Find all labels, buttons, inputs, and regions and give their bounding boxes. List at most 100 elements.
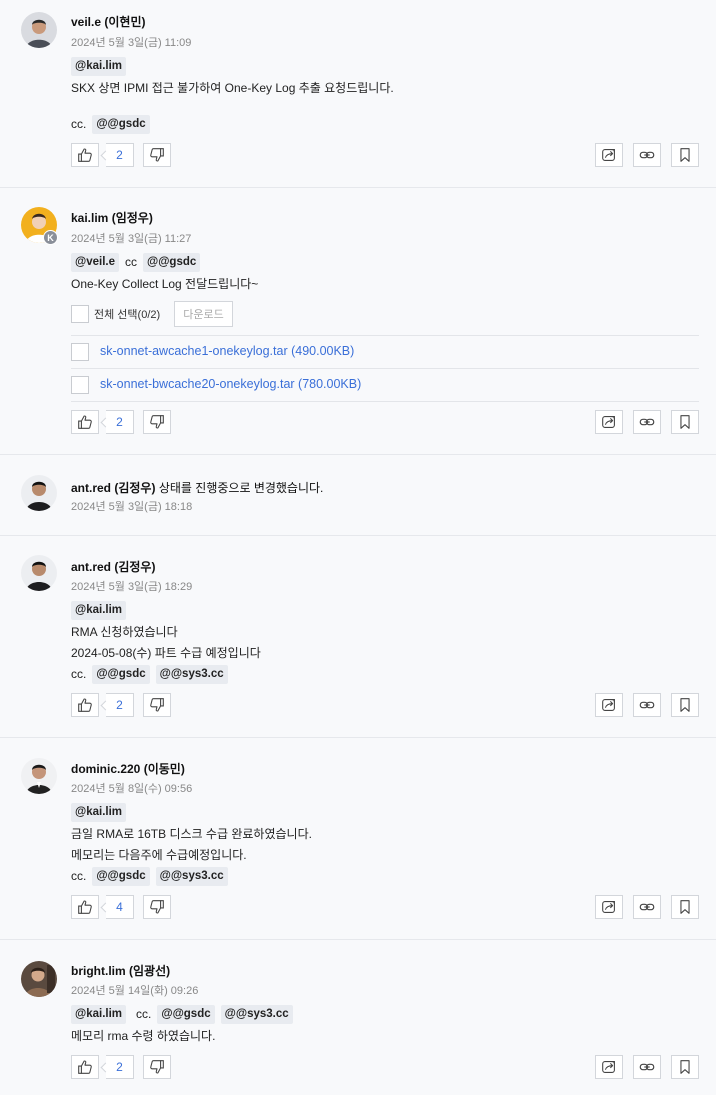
comment-body: One-Key Collect Log 전달드립니다~ [71, 273, 258, 293]
comment-author: dominic.220 (이동민) [71, 760, 185, 777]
like-button[interactable] [71, 410, 99, 434]
bookmark-button[interactable] [671, 1055, 699, 1079]
author-name: (김정우) [114, 560, 156, 574]
author-id[interactable]: kai.lim [71, 211, 108, 225]
mention-tag[interactable]: @kai.lim [71, 802, 127, 822]
share-icon [600, 898, 618, 916]
mention-tag[interactable]: @@gsdc [157, 1004, 215, 1024]
bookmark-icon [676, 898, 694, 916]
bookmark-icon [676, 146, 694, 164]
share-button[interactable] [595, 693, 623, 717]
mention-tag[interactable]: @@gsdc [92, 114, 150, 134]
comment-author: ant.red (김정우) [71, 558, 155, 575]
comment-text: 2024-05-08(수) 파트 수급 예정입니다 [71, 645, 261, 660]
avatar[interactable] [21, 555, 57, 591]
bookmark-icon [676, 696, 694, 714]
comment-text: 금일 RMA로 16TB 디스크 수급 완료하였습니다. [71, 826, 312, 841]
author-name: (이현민) [104, 15, 146, 29]
attachment-link[interactable]: sk-onnet-awcache1-onekeylog.tar (490.00K… [100, 344, 354, 358]
mention-tag[interactable]: @@sys3.cc [155, 866, 228, 886]
like-button[interactable] [71, 143, 99, 167]
thumbs-up-icon [76, 146, 94, 164]
like-count: 2 [116, 415, 123, 429]
bookmark-button[interactable] [671, 895, 699, 919]
comment-date: 2024년 5월 3일(금) 18:18 [71, 501, 193, 513]
copy-link-button[interactable] [633, 143, 661, 167]
cc-line: cc. @@gsdc [71, 114, 150, 134]
mention-tag[interactable]: @kai.lim [71, 56, 127, 76]
like-button[interactable] [71, 1055, 99, 1079]
copy-link-button[interactable] [633, 1055, 661, 1079]
share-icon [600, 696, 618, 714]
thumbs-up-icon [76, 1058, 94, 1076]
share-button[interactable] [595, 143, 623, 167]
avatar[interactable] [21, 961, 57, 997]
avatar[interactable] [21, 475, 57, 511]
copy-link-button[interactable] [633, 693, 661, 717]
author-id[interactable]: ant.red [71, 481, 111, 495]
copy-link-button[interactable] [633, 410, 661, 434]
comment-date: 2024년 5월 14일(화) 09:26 [71, 985, 199, 997]
avatar[interactable] [21, 758, 57, 794]
share-button[interactable] [595, 410, 623, 434]
mention-tag[interactable]: @kai.lim [71, 1004, 127, 1024]
cc-label: cc. [71, 667, 87, 681]
comment-text: RMA 신청하였습니다 [71, 624, 178, 639]
copy-link-button[interactable] [633, 895, 661, 919]
comment-body: 메모리는 다음주에 수급예정입니다. [71, 844, 247, 864]
dislike-button[interactable] [143, 1055, 171, 1079]
bookmark-button[interactable] [671, 693, 699, 717]
select-all-checkbox[interactable] [71, 305, 89, 323]
mention-tag[interactable]: @@gsdc [92, 664, 150, 684]
thumbs-up-icon [76, 696, 94, 714]
attachment-checkbox[interactable] [71, 376, 89, 394]
link-icon [638, 1058, 656, 1076]
mention-tag[interactable]: @kai.lim [71, 600, 127, 620]
comment-item: K kai.lim (임정우) 2024년 5월 3일(금) 11:27 @ve… [0, 188, 716, 455]
link-icon [638, 696, 656, 714]
dislike-button[interactable] [143, 143, 171, 167]
mention-tag[interactable]: @veil.e [71, 252, 119, 272]
attachment-checkbox[interactable] [71, 343, 89, 361]
share-button[interactable] [595, 1055, 623, 1079]
mention-tag[interactable]: @@sys3.cc [220, 1004, 293, 1024]
cc-label: cc. [71, 117, 87, 131]
author-id[interactable]: veil.e [71, 15, 101, 29]
comment-body: 2024-05-08(수) 파트 수급 예정입니다 [71, 642, 261, 662]
dislike-button[interactable] [143, 895, 171, 919]
bookmark-button[interactable] [671, 410, 699, 434]
author-id[interactable]: dominic.220 [71, 762, 140, 776]
avatar[interactable] [21, 12, 57, 48]
cc-line: cc. @@gsdc @@sys3.cc [71, 664, 228, 684]
like-button[interactable] [71, 693, 99, 717]
comment-author: veil.e (이현민) [71, 13, 146, 30]
download-button[interactable]: 다운로드 [174, 301, 233, 327]
comment-body: SKX 상면 IPMI 접근 불가하여 One-Key Log 추출 요청드립니… [71, 77, 394, 97]
like-button[interactable] [71, 895, 99, 919]
share-icon [600, 413, 618, 431]
comment-date: 2024년 5월 3일(금) 11:27 [71, 233, 192, 245]
like-count: 2 [116, 1060, 123, 1074]
like-count: 4 [116, 900, 123, 914]
author-name: (이동민) [143, 762, 185, 776]
mention-line: @kai.lim [71, 56, 127, 76]
mention-line: @veil.e cc @@gsdc [71, 252, 201, 272]
comment-body: RMA 신청하였습니다 [71, 621, 178, 641]
attachment-link[interactable]: sk-onnet-bwcache20-onekeylog.tar (780.00… [100, 377, 361, 391]
author-name: (임정우) [111, 211, 153, 225]
comment-date: 2024년 5월 3일(금) 11:09 [71, 37, 192, 49]
bookmark-icon [676, 1058, 694, 1076]
author-id[interactable]: ant.red [71, 560, 111, 574]
link-icon [638, 146, 656, 164]
mention-tag[interactable]: @@gsdc [92, 866, 150, 886]
bookmark-button[interactable] [671, 143, 699, 167]
bookmark-icon [676, 413, 694, 431]
share-button[interactable] [595, 895, 623, 919]
dislike-button[interactable] [143, 693, 171, 717]
cc-line: cc. @@gsdc @@sys3.cc [71, 866, 228, 886]
dislike-button[interactable] [143, 410, 171, 434]
mention-tag[interactable]: @@gsdc [143, 252, 201, 272]
mention-tag[interactable]: @@sys3.cc [155, 664, 228, 684]
cc-label: cc [125, 255, 137, 269]
author-id[interactable]: bright.lim [71, 964, 126, 978]
